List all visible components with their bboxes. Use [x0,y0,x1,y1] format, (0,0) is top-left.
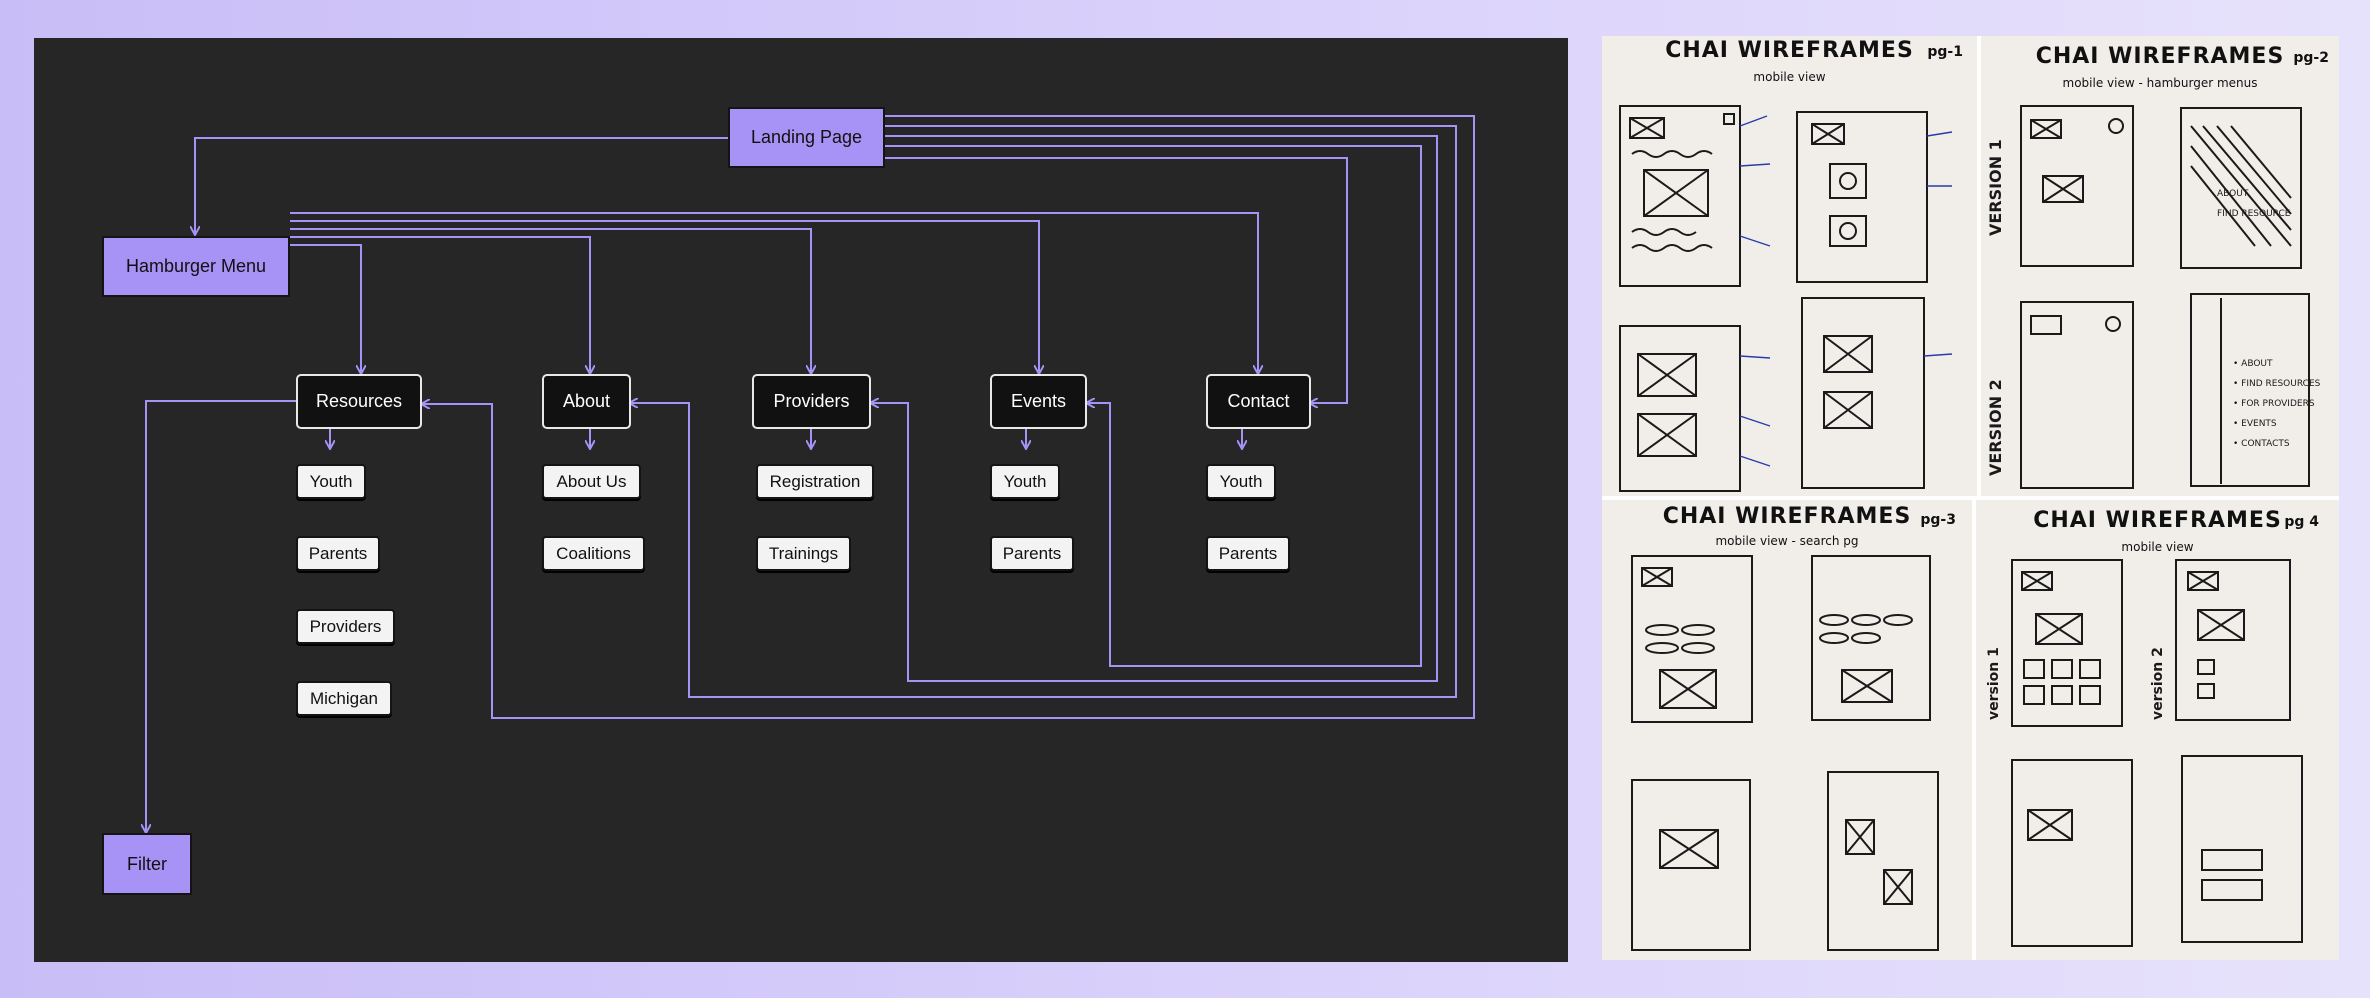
landing-page-node: Landing Page [728,107,885,168]
about-us-node: About Us [542,464,641,499]
sitemap-panel: Landing Page Hamburger Menu Filter Resou… [34,38,1568,962]
sketch-drawing [1631,555,1939,951]
sheet-subtitle: mobile view [1753,70,1826,84]
svg-text:version 2: version 2 [2150,647,2166,720]
resources-node: Resources [296,374,422,429]
svg-text:VERSION 1: VERSION 1 [1986,139,2005,236]
about-node: About [542,374,631,429]
trainings-node: Trainings [756,536,851,571]
events-node: Events [990,374,1087,429]
sheet-subtitle: mobile view - search pg [1715,534,1859,548]
svg-text:• CONTACTS: • CONTACTS [2233,439,2290,449]
sketch-drawing [1619,105,1953,492]
svg-text:• EVENTS: • EVENTS [2233,419,2277,429]
sheet-title: CHAI WIREFRAMES [2035,44,2285,69]
contact-parents-node: Parents [1206,536,1290,571]
wireframe-sheet-2: ABOUT FIND RESOURCE • ABOUT • FIND RESOURC… [1981,36,2339,496]
contact-youth-node: Youth [1206,464,1276,499]
svg-text:ABOUT: ABOUT [2217,189,2249,199]
sheet-page-number: pg-1 [1927,44,1963,60]
wireframe-sheet-1: CHAI WIREFRAMES mobile view pg-1 [1602,36,1977,496]
sheet-title: CHAI WIREFRAMES [1662,504,1912,529]
providers-node: Providers [752,374,871,429]
events-youth-node: Youth [990,464,1060,499]
resources-parents-node: Parents [296,536,380,571]
coalitions-node: Coalitions [542,536,645,571]
sketch-drawing: version 1 version 2 [1986,559,2303,947]
registration-node: Registration [756,464,874,499]
sheet-page-number: pg-2 [2293,50,2329,66]
wireframe-sheet-3: CHAI WIREFRAMES mobile view - search pg … [1602,500,1972,960]
filter-node: Filter [102,833,192,895]
resources-michigan-node: Michigan [296,681,392,716]
hamburger-menu-node: Hamburger Menu [102,236,290,297]
wireframe-photos: CHAI WIREFRAMES mobile view pg-1 ABOUT FI… [1602,36,2339,960]
connector-lines [34,115,1475,962]
svg-text:• FIND RESOURCES: • FIND RESOURCES [2233,379,2321,389]
sketch-drawing: ABOUT FIND RESOURCE • ABOUT • FIND RESOURC… [1986,105,2321,489]
events-parents-node: Parents [990,536,1074,571]
sheet-subtitle: mobile view [2121,540,2194,554]
svg-text:VERSION 2: VERSION 2 [1986,379,2005,476]
svg-text:FIND RESOURCE: FIND RESOURCE [2217,209,2291,219]
sheet-subtitle: mobile view - hamburger menus [2062,76,2258,90]
sheet-page-number: pg-3 [1920,512,1956,528]
sheet-title: CHAI WIREFRAMES [1665,38,1914,63]
svg-text:version 1: version 1 [1986,647,2002,720]
svg-text:• FOR PROVIDERS: • FOR PROVIDERS [2233,399,2315,409]
resources-youth-node: Youth [296,464,366,499]
resources-providers-node: Providers [296,609,395,644]
svg-text:• ABOUT: • ABOUT [2233,359,2273,369]
contact-node: Contact [1206,374,1311,429]
sheet-page-number: pg 4 [2284,514,2319,530]
wireframe-sheet-4: version 1 version 2 CHAI WIREFRAMES mobi… [1976,500,2339,960]
